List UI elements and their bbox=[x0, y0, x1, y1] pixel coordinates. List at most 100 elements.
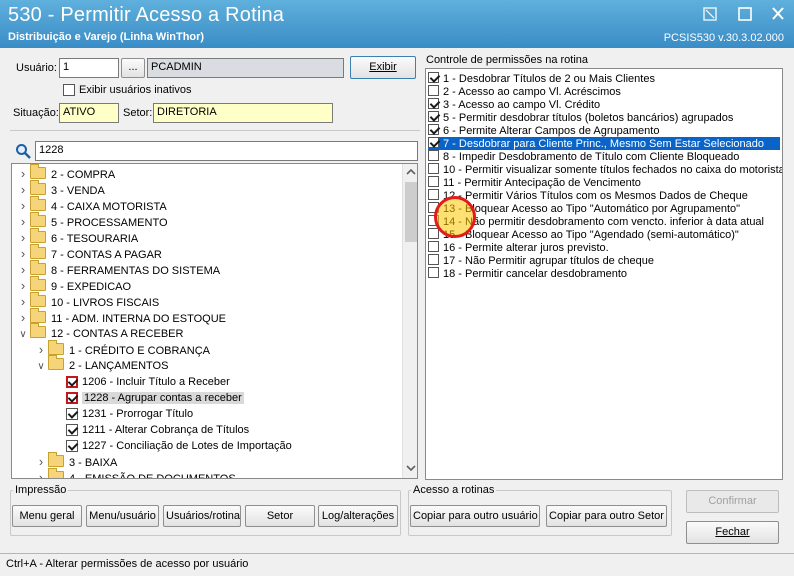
title-bar[interactable]: 530 - Permitir Acesso a Rotina Distribui… bbox=[0, 0, 794, 48]
permission-checkbox[interactable] bbox=[428, 267, 439, 278]
click-highlight-marker bbox=[434, 196, 476, 238]
tree-folder-item[interactable]: ∨ 2 - LANÇAMENTOS bbox=[34, 355, 168, 375]
permission-item[interactable]: 5 - Permitir desdobrar títulos (boletos … bbox=[428, 111, 733, 124]
window-subtitle: Distribuição e Varejo (Linha WinThor) bbox=[8, 31, 205, 43]
permission-checkbox[interactable] bbox=[428, 163, 439, 174]
permission-checkbox[interactable] bbox=[428, 150, 439, 161]
tree-scrollbar-thumb[interactable] bbox=[405, 182, 417, 242]
tree-routine-item[interactable]: 1231 - Prorrogar Título bbox=[52, 406, 193, 422]
expand-arrow-icon[interactable]: › bbox=[16, 214, 30, 230]
print-menu-general-button[interactable]: Menu geral bbox=[12, 505, 82, 527]
permission-label: 6 - Permite Alterar Campos de Agrupament… bbox=[443, 125, 660, 137]
minimize-icon[interactable] bbox=[700, 6, 720, 22]
inactive-users-check-icon[interactable] bbox=[63, 84, 75, 97]
permission-item[interactable]: 17 - Não Permitir agrupar títulos de che… bbox=[428, 254, 654, 267]
permission-checkbox[interactable] bbox=[428, 241, 439, 252]
routine-checkbox[interactable] bbox=[66, 376, 78, 389]
permission-item[interactable]: 14 - Não permitir desdobramento com venc… bbox=[428, 215, 764, 228]
permission-checkbox[interactable] bbox=[428, 85, 439, 96]
expand-arrow-icon[interactable]: › bbox=[16, 198, 30, 214]
expand-arrow-icon[interactable]: › bbox=[16, 166, 30, 182]
show-button[interactable]: Exibir bbox=[350, 56, 416, 79]
tree-folder-item[interactable]: › 4 - EMISSÃO DE DOCUMENTOS bbox=[34, 468, 236, 478]
routine-tree[interactable]: › 2 - COMPRA › 3 - VENDA › 4 - CAIXA MOTORIST… bbox=[11, 163, 418, 479]
expand-arrow-icon[interactable]: › bbox=[16, 262, 30, 278]
permission-item[interactable]: 16 - Permite alterar juros previsto. bbox=[428, 241, 609, 254]
tree-folder-item[interactable]: ∨ 12 - CONTAS A RECEBER bbox=[16, 323, 183, 343]
permission-item[interactable]: 2 - Acesso ao campo Vl. Acréscimos bbox=[428, 85, 621, 98]
expand-arrow-icon[interactable]: › bbox=[16, 246, 30, 262]
permission-item[interactable]: 8 - Impedir Desdobramento de Título com … bbox=[428, 150, 739, 163]
permission-checkbox[interactable] bbox=[428, 111, 439, 122]
copy-to-sector-button[interactable]: Copiar para outro Setor bbox=[546, 505, 667, 527]
maximize-icon[interactable] bbox=[735, 6, 755, 22]
expand-arrow-icon[interactable]: › bbox=[16, 230, 30, 246]
user-name-field: PCADMIN bbox=[147, 58, 344, 78]
tree-routine-item[interactable]: 1206 - Incluir Título a Receber bbox=[52, 374, 230, 390]
collapse-arrow-icon[interactable]: ∨ bbox=[34, 359, 48, 375]
permission-item[interactable]: 11 - Permitir Antecipação de Vencimento bbox=[428, 176, 641, 189]
permissions-title: Controle de permissões na rotina bbox=[426, 54, 589, 66]
inactive-users-checkbox[interactable]: Exibir usuários inativos bbox=[63, 84, 192, 97]
routine-checkbox[interactable] bbox=[66, 408, 78, 421]
expand-arrow-icon[interactable]: › bbox=[16, 278, 30, 294]
permission-checkbox[interactable] bbox=[428, 124, 439, 135]
routine-checkbox[interactable] bbox=[66, 392, 78, 405]
permission-item[interactable]: 12 - Permitir Vários Títulos com os Mesm… bbox=[428, 189, 748, 202]
collapse-arrow-icon[interactable]: ∨ bbox=[16, 327, 30, 343]
permission-item[interactable]: 3 - Acesso ao campo Vl. Crédito bbox=[428, 98, 600, 111]
tree-scrollbar[interactable] bbox=[402, 164, 417, 478]
expand-arrow-icon[interactable]: › bbox=[16, 182, 30, 198]
expand-arrow-icon[interactable]: › bbox=[34, 342, 48, 358]
permission-checkbox[interactable] bbox=[428, 72, 439, 83]
confirm-button[interactable]: Confirmar bbox=[686, 490, 779, 513]
permission-item[interactable]: 10 - Permitir visualizar somente títulos… bbox=[428, 163, 783, 176]
print-users-routine-button[interactable]: Usuários/rotina bbox=[163, 505, 241, 527]
permission-item[interactable]: 6 - Permite Alterar Campos de Agrupament… bbox=[428, 124, 659, 137]
permission-checkbox[interactable] bbox=[428, 176, 439, 187]
expand-arrow-icon[interactable]: › bbox=[34, 454, 48, 470]
tree-routine-item[interactable]: 1227 - Conciliação de Lotes de Importaçã… bbox=[52, 438, 292, 454]
tree-item-label: 10 - LIVROS FISCAIS bbox=[51, 297, 160, 309]
search-icon[interactable] bbox=[15, 143, 31, 159]
permission-item[interactable]: 1 - Desdobrar Títulos de 2 ou Mais Clien… bbox=[428, 72, 655, 85]
print-log-button[interactable]: Log/alterações bbox=[318, 505, 398, 527]
permission-checkbox[interactable] bbox=[428, 254, 439, 265]
scroll-up-icon[interactable] bbox=[406, 168, 416, 176]
tree-folder-item[interactable]: › 3 - BAIXA bbox=[34, 452, 117, 470]
expand-arrow-icon[interactable]: › bbox=[16, 310, 30, 326]
window-title: 530 - Permitir Acesso a Rotina bbox=[8, 4, 285, 26]
permissions-list[interactable]: 1 - Desdobrar Títulos de 2 ou Mais Clien… bbox=[425, 68, 783, 480]
expand-arrow-icon[interactable]: › bbox=[34, 470, 48, 478]
user-id-field[interactable]: 1 bbox=[59, 58, 119, 78]
permission-item[interactable]: 18 - Permitir cancelar desdobramento bbox=[428, 267, 627, 280]
copy-to-user-button[interactable]: Copiar para outro usuário bbox=[410, 505, 540, 527]
tree-folder-item[interactable]: › 8 - FERRAMENTAS DO SISTEMA bbox=[16, 260, 220, 278]
tree-folder-item[interactable]: › 11 - ADM. INTERNA DO ESTOQUE bbox=[16, 308, 226, 326]
tree-routine-item[interactable]: 1228 - Agrupar contas a receber bbox=[52, 390, 244, 406]
permission-label: 5 - Permitir desdobrar títulos (boletos … bbox=[443, 112, 734, 124]
routine-checkbox[interactable] bbox=[66, 440, 78, 453]
tree-item-label: 1228 - Agrupar contas a receber bbox=[82, 392, 244, 404]
tree-folder-item[interactable]: › 1 - CRÉDITO E COBRANÇA bbox=[34, 340, 210, 358]
tree-item-label: 1231 - Prorrogar Título bbox=[82, 408, 194, 420]
permission-label: 2 - Acesso ao campo Vl. Acréscimos bbox=[443, 86, 621, 98]
permission-item[interactable]: 7 - Desdobrar para Cliente Princ., Mesmo… bbox=[428, 137, 780, 150]
permission-checkbox[interactable] bbox=[428, 137, 439, 148]
print-menu-user-button[interactable]: Menu/usuário bbox=[86, 505, 159, 527]
scroll-down-icon[interactable] bbox=[406, 464, 416, 472]
permission-label: 10 - Permitir visualizar somente títulos… bbox=[443, 164, 783, 176]
user-lookup-button[interactable]: ... bbox=[121, 58, 145, 78]
print-sector-button[interactable]: Setor bbox=[245, 505, 315, 527]
permission-label: 14 - Não permitir desdobramento com venc… bbox=[443, 216, 764, 228]
search-input[interactable]: 1228 bbox=[35, 141, 418, 161]
routine-checkbox[interactable] bbox=[66, 424, 78, 437]
close-icon[interactable] bbox=[768, 6, 788, 22]
tree-item-label: 6 - TESOURARIA bbox=[51, 233, 139, 245]
close-button[interactable]: Fechar bbox=[686, 521, 779, 544]
tree-routine-item[interactable]: 1211 - Alterar Cobrança de Títulos bbox=[52, 422, 249, 438]
permission-checkbox[interactable] bbox=[428, 189, 439, 200]
expand-arrow-icon[interactable]: › bbox=[16, 294, 30, 310]
permission-checkbox[interactable] bbox=[428, 98, 439, 109]
permission-item[interactable]: 15 - Bloquear Acesso ao Tipo "Agendado (… bbox=[428, 228, 739, 241]
